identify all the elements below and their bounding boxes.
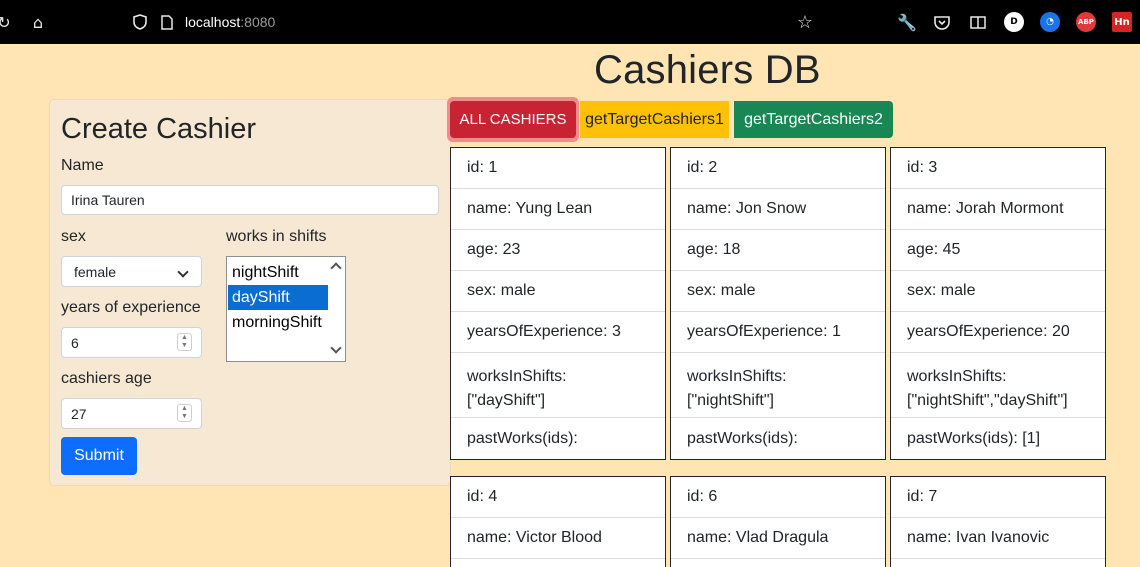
url-host: localhost [185,14,241,30]
shifts-listbox[interactable]: nightShift dayShift morningShift [226,256,346,362]
cashier-shifts: worksInShifts: ["dayShift"] [451,353,665,418]
shifts-label: worksInShifts: [907,368,1007,385]
cashier-name: name: Jorah Mormont [891,189,1105,230]
browser-toolbar: ↻ ⌂ localhost:8080 ☆ 🔧 D ◔ ABP Hn [0,0,1140,44]
experience-label: years of experience [61,299,201,316]
clock-extension-icon[interactable]: ◔ [1040,12,1060,32]
cashier-id: id: 1 [451,148,665,189]
experience-input[interactable]: 6 ▲ ▼ [61,327,202,358]
submit-button[interactable]: Submit [61,437,137,475]
form-title: Create Cashier [61,113,257,145]
sex-value: female [74,263,117,280]
shifts-label: worksInShifts: [467,368,567,385]
cashier-name: name: Vlad Dragula [671,518,885,559]
adblock-icon[interactable]: ABP [1076,12,1096,32]
cashier-id: id: 7 [891,477,1105,518]
all-cashiers-button[interactable]: ALL CASHIERS [450,101,576,138]
cashier-card: id: 7 name: Ivan Ivanovic [890,476,1106,567]
page-title: Cashiers DB [594,48,821,92]
sex-label: sex [61,228,86,245]
name-label: Name [61,157,104,174]
cashier-name: name: Victor Blood [451,518,665,559]
shifts-label: worksInShifts: [687,368,787,385]
cashier-shifts: worksInShifts: ["nightShift","dayShift"] [891,353,1105,418]
hn-extension-icon[interactable]: Hn [1112,12,1132,32]
cashier-id: id: 6 [671,477,885,518]
cashier-card: id: 4 name: Victor Blood [450,476,666,567]
pocket-icon[interactable] [932,12,952,32]
cashier-card: id: 6 name: Vlad Dragula [670,476,886,567]
shifts-value: ["nightShift"] [687,392,774,409]
reload-icon[interactable]: ↻ [0,12,14,32]
cashier-experience: yearsOfExperience: 3 [451,312,665,353]
url-port: :8080 [240,14,276,30]
cashier-name: name: Jon Snow [671,189,885,230]
shield-icon[interactable] [130,12,150,32]
cashier-experience: yearsOfExperience: 1 [671,312,885,353]
cashier-shifts: worksInShifts: ["nightShift"] [671,353,885,418]
target-cashiers-1-button[interactable]: getTargetCashiers1 [580,101,729,138]
age-value: 27 [71,405,87,422]
extension-d-icon[interactable]: D [1004,12,1024,32]
age-input[interactable]: 27 ▲ ▼ [61,398,202,429]
cashier-sex: sex: male [671,271,885,312]
sex-select[interactable]: female [61,256,202,287]
shift-option-morningshift[interactable]: morningShift [228,310,329,335]
shifts-label: works in shifts [226,228,327,245]
cashier-sex: sex: male [451,271,665,312]
home-icon[interactable]: ⌂ [28,12,48,32]
experience-spinner-icon[interactable]: ▲ ▼ [177,333,192,351]
bookmark-star-icon[interactable]: ☆ [795,12,815,33]
name-input[interactable]: Irina Tauren [61,185,439,215]
wrench-icon[interactable]: 🔧 [897,12,917,32]
name-value: Irina Tauren [71,192,145,208]
cashier-past-works: pastWorks(ids): [467,429,578,447]
reader-view-icon[interactable] [968,12,988,32]
cashier-age: age: 45 [891,230,1105,271]
scroll-up-icon[interactable] [330,262,342,274]
cashier-age: age: 18 [671,230,885,271]
page-icon [157,12,177,32]
shifts-value: ["dayShift"] [467,392,546,409]
cashier-id: id: 2 [671,148,885,189]
age-spinner-icon[interactable]: ▲ ▼ [177,404,192,422]
shift-option-nightshift[interactable]: nightShift [228,260,328,285]
cashier-card: id: 3 name: Jorah Mormont age: 45 sex: m… [890,147,1106,460]
cashier-id: id: 4 [451,477,665,518]
cashier-age: age: 23 [451,230,665,271]
chevron-down-icon [177,266,189,278]
cashier-name: name: Ivan Ivanovic [891,518,1105,559]
cashier-card: id: 2 name: Jon Snow age: 18 sex: male y… [670,147,886,460]
cashier-sex: sex: male [891,271,1105,312]
experience-value: 6 [71,334,79,351]
target-cashiers-2-button[interactable]: getTargetCashiers2 [734,101,893,138]
age-label: cashiers age [61,370,152,387]
cashier-id: id: 3 [891,148,1105,189]
scroll-down-icon[interactable] [330,342,342,354]
cashier-name: name: Yung Lean [451,189,665,230]
shifts-value: ["nightShift","dayShift"] [907,392,1068,409]
cashier-past-works: pastWorks(ids): [1] [907,429,1041,447]
address-bar[interactable]: localhost:8080 [185,14,275,30]
listbox-scrollbar[interactable] [328,257,345,361]
cashier-experience: yearsOfExperience: 20 [891,312,1105,353]
cashier-card: id: 1 name: Yung Lean age: 23 sex: male … [450,147,666,460]
cashier-past-works: pastWorks(ids): [687,429,798,447]
shift-option-dayshift[interactable]: dayShift [228,285,328,310]
